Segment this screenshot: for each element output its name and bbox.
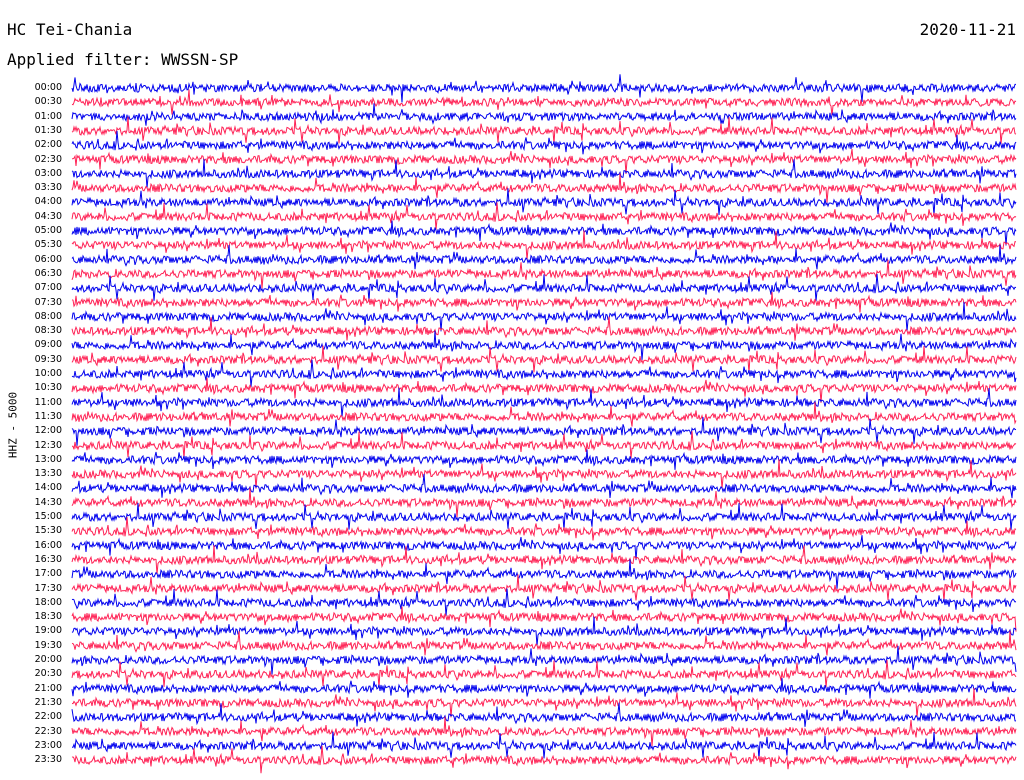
time-label: 06:00 [34, 253, 62, 265]
trace-1730 [71, 574, 1017, 602]
trace-0030 [71, 89, 1017, 116]
trace-1500 [71, 502, 1017, 531]
helicorder-plot [71, 74, 1017, 774]
time-label: 01:00 [34, 110, 62, 122]
time-label: 19:30 [34, 639, 62, 651]
time-label: 09:30 [34, 353, 62, 365]
time-label: 03:30 [34, 182, 62, 194]
time-label: 17:30 [34, 582, 62, 594]
trace-0930 [71, 345, 1017, 373]
time-label: 10:00 [34, 368, 62, 379]
trace-2100 [71, 678, 1017, 699]
trace-0330 [71, 173, 1017, 203]
time-label: 21:00 [34, 682, 62, 694]
time-label: 14:00 [34, 482, 62, 494]
time-label: 08:00 [34, 310, 62, 322]
time-label: 12:30 [34, 439, 62, 451]
trace-0600 [71, 244, 1017, 270]
time-label: 06:30 [34, 267, 62, 279]
time-label: 18:30 [34, 611, 62, 623]
trace-2130 [71, 687, 1017, 718]
trace-1230 [72, 431, 1017, 459]
filter-value: WWSSN-SP [161, 50, 239, 69]
trace-2330 [71, 745, 1017, 774]
trace-1700 [71, 559, 1017, 589]
trace-2030 [71, 659, 1017, 688]
trace-1800 [71, 588, 1017, 616]
time-label: 20:00 [34, 654, 62, 665]
trace-1430 [71, 487, 1017, 518]
time-label: 20:30 [34, 668, 62, 680]
time-axis-labels: 00:00 00:30 01:00 01:30 02:00 02:30 03:00 03:30… [0, 0, 70, 780]
time-label: 04:00 [34, 196, 62, 208]
trace-0800 [71, 301, 1017, 332]
date-label: 2020-11-21 [919, 20, 1016, 39]
trace-0900 [71, 330, 1017, 361]
trace-1030 [71, 377, 1017, 403]
trace-1300 [71, 449, 1017, 470]
time-label: 15:00 [34, 511, 62, 522]
trace-group [71, 74, 1017, 774]
trace-2000 [71, 645, 1017, 675]
time-label: 01:30 [34, 124, 62, 136]
time-label: 17:00 [34, 568, 62, 580]
time-label: 23:30 [34, 754, 62, 766]
time-label: 13:30 [34, 468, 62, 480]
time-label: 21:30 [34, 696, 62, 708]
trace-1900 [71, 616, 1017, 647]
time-label: 03:00 [34, 167, 62, 179]
time-label: 16:30 [34, 553, 62, 565]
time-label: 04:30 [34, 210, 62, 222]
time-label: 10:30 [34, 382, 62, 394]
trace-1830 [71, 606, 1017, 632]
time-label: 05:00 [34, 225, 62, 236]
trace-0430 [71, 202, 1017, 230]
time-label: 00:00 [34, 82, 62, 93]
time-label: 11:00 [34, 396, 62, 408]
trace-0700 [71, 273, 1017, 302]
time-label: 08:30 [34, 325, 62, 337]
time-label: 11:30 [34, 410, 62, 422]
trace-1130 [71, 401, 1017, 427]
time-label: 07:30 [34, 296, 62, 308]
trace-2200 [71, 702, 1017, 727]
trace-0730 [71, 292, 1017, 313]
time-label: 07:00 [34, 282, 62, 294]
time-label: 00:30 [34, 96, 62, 108]
time-label: 02:30 [34, 153, 62, 165]
trace-1400 [71, 473, 1017, 499]
time-label: 22:00 [34, 711, 62, 723]
time-label: 23:00 [34, 739, 62, 751]
time-label: 02:00 [34, 139, 62, 151]
time-label: 19:00 [34, 625, 62, 637]
time-label: 18:00 [34, 596, 62, 608]
time-label: 16:00 [34, 539, 62, 551]
time-label: 05:30 [34, 239, 62, 251]
time-label: 12:00 [34, 425, 62, 437]
trace-0300 [71, 158, 1017, 189]
trace-1530 [71, 516, 1017, 541]
time-label: 22:30 [34, 725, 62, 737]
trace-1930 [71, 630, 1017, 656]
trace-0130 [71, 116, 1017, 145]
trace-0500 [71, 220, 1017, 246]
trace-0100 [71, 103, 1017, 126]
time-label: 09:00 [34, 339, 62, 351]
time-label: 14:30 [34, 496, 62, 508]
trace-0400 [71, 188, 1017, 216]
time-label: 15:30 [34, 525, 62, 537]
trace-2300 [72, 731, 1017, 759]
time-label: 13:00 [34, 453, 62, 465]
